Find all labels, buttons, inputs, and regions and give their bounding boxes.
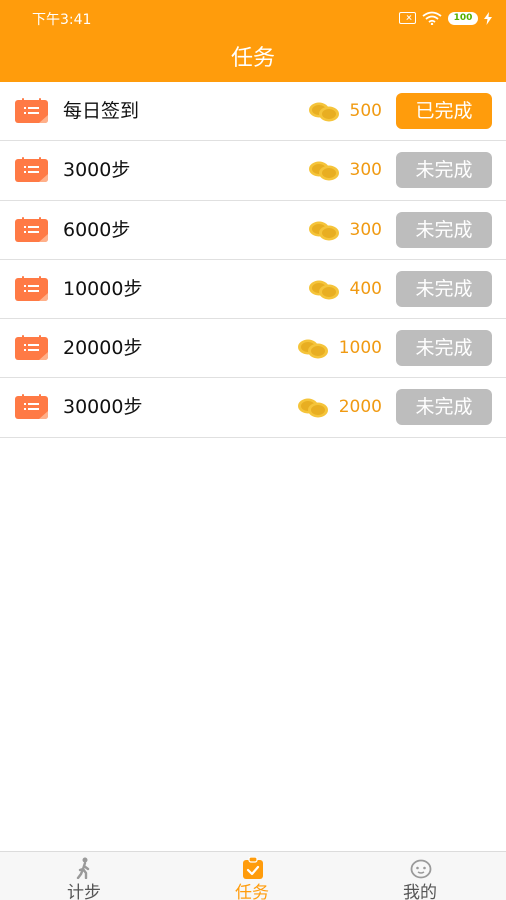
page-title: 任务	[230, 46, 275, 71]
reward-amount: 500	[349, 101, 382, 121]
coins-icon	[309, 280, 339, 300]
tab-profile[interactable]: 我的	[336, 852, 504, 900]
walk-icon	[76, 857, 90, 879]
task-row: 3000步 300 未完成	[0, 141, 506, 201]
task-row: 每日签到 500 已完成	[0, 82, 506, 142]
task-label: 20000步	[63, 337, 143, 360]
task-row: 10000步 400 未完成	[0, 260, 506, 320]
reward-amount: 1000	[338, 338, 382, 359]
task-label: 30000步	[63, 396, 143, 419]
calendar-icon	[15, 335, 48, 361]
task-incomplete-button[interactable]: 未完成	[396, 211, 492, 248]
calendar-icon	[15, 216, 48, 242]
task-incomplete-button[interactable]: 未完成	[396, 270, 492, 307]
status-time: 下午3:41	[32, 12, 92, 28]
task-completed-button[interactable]: 已完成	[396, 93, 492, 129]
tab-label: 我的	[403, 883, 437, 900]
tab-tasks[interactable]: 任务	[168, 852, 336, 900]
battery-level: 100	[453, 13, 473, 23]
task-incomplete-button[interactable]: 未完成	[396, 152, 492, 189]
calendar-icon	[15, 157, 48, 183]
calendar-icon	[15, 275, 48, 301]
tab-steps[interactable]: 计步	[0, 852, 168, 900]
charging-icon	[484, 11, 492, 25]
reward-amount: 400	[349, 278, 382, 299]
task-row: 30000步 2000 未完成	[0, 378, 506, 438]
status-icons: 100	[399, 10, 492, 26]
task-row: 6000步 300 未完成	[0, 201, 506, 260]
task-label: 3000步	[63, 159, 131, 182]
profile-face-icon	[410, 859, 432, 879]
battery-icon: 100	[448, 11, 478, 25]
reward-amount: 300	[349, 160, 382, 181]
task-label: 6000步	[63, 218, 131, 241]
coins-icon	[298, 398, 328, 418]
coins-icon	[309, 221, 339, 241]
task-label: 每日签到	[63, 100, 140, 122]
bottom-tab-bar: 计步 任务 我的	[0, 851, 506, 900]
task-list: 每日签到 500 已完成 3000步 300 未完成 6000步 300 未完成…	[0, 82, 506, 438]
calendar-icon	[15, 98, 48, 123]
reward-amount: 2000	[338, 397, 382, 418]
tab-label: 计步	[67, 883, 101, 900]
coins-icon	[309, 102, 339, 122]
header-bar: 下午3:41 100 任务	[0, 0, 506, 82]
task-row: 20000步 1000 未完成	[0, 319, 506, 379]
coins-icon	[298, 339, 328, 359]
task-incomplete-button[interactable]: 未完成	[396, 330, 492, 367]
task-incomplete-button[interactable]: 未完成	[396, 389, 492, 426]
no-sim-icon	[399, 12, 416, 24]
wifi-icon	[422, 11, 442, 25]
task-label: 10000步	[63, 277, 143, 300]
task-clipboard-icon	[243, 857, 263, 879]
tab-label: 任务	[235, 883, 269, 900]
coins-icon	[309, 161, 339, 181]
reward-amount: 300	[349, 219, 382, 240]
calendar-icon	[15, 394, 48, 420]
